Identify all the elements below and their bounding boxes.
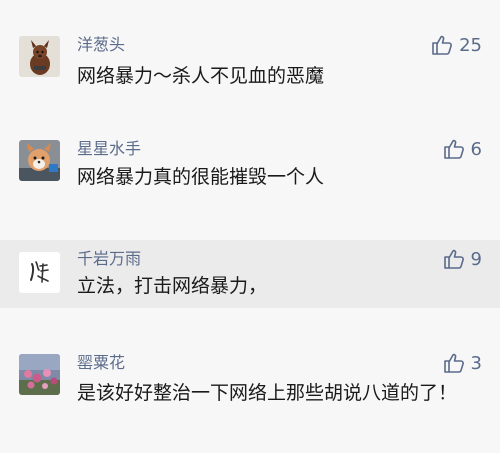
thumbs-up-icon <box>443 248 465 270</box>
like-button[interactable]: 6 <box>443 137 482 161</box>
thumbs-up-icon <box>431 34 453 56</box>
comment-author[interactable]: 罂粟花 <box>77 353 125 373</box>
fox-avatar-icon[interactable] <box>19 140 60 181</box>
thumbs-up-icon <box>443 138 465 160</box>
like-button[interactable]: 25 <box>431 33 482 57</box>
dog-avatar-icon[interactable] <box>19 36 60 77</box>
like-button[interactable]: 9 <box>443 247 482 271</box>
calligraphy-avatar-icon[interactable] <box>19 252 60 293</box>
comment-text: 立法，打击网络暴力， <box>77 275 268 297</box>
comment-item[interactable]: 星星水手 6 网络暴力真的很能摧毁一个人 <box>0 112 500 240</box>
comment-author[interactable]: 洋葱头 <box>77 35 125 55</box>
comment-text: 网络暴力真的很能摧毁一个人 <box>77 166 325 188</box>
comment-item[interactable]: 洋葱头 25 网络暴力～杀人不见血的恶魔 <box>0 0 500 112</box>
like-count: 9 <box>470 248 482 270</box>
thumbs-up-icon <box>443 352 465 374</box>
like-count: 3 <box>470 352 482 374</box>
comment-text: 是该好好整治一下网络上那些胡说八道的了！ <box>77 382 458 404</box>
comment-item[interactable]: 罂粟花 3 是该好好整治一下网络上那些胡说八道的了！ <box>0 308 500 453</box>
like-count: 25 <box>459 34 482 56</box>
comment-text: 网络暴力～杀人不见血的恶魔 <box>77 65 325 87</box>
comment-list: 洋葱头 25 网络暴力～杀人不见血的恶魔 星星水手 6 网络暴力真的很能摧毁一个… <box>0 0 500 453</box>
comment-author[interactable]: 星星水手 <box>77 139 141 159</box>
like-button[interactable]: 3 <box>443 351 482 375</box>
comment-item[interactable]: 千岩万雨 9 立法，打击网络暴力， <box>0 240 500 308</box>
flowers-avatar-icon[interactable] <box>19 354 60 395</box>
like-count: 6 <box>470 138 482 160</box>
comment-author[interactable]: 千岩万雨 <box>77 249 141 269</box>
